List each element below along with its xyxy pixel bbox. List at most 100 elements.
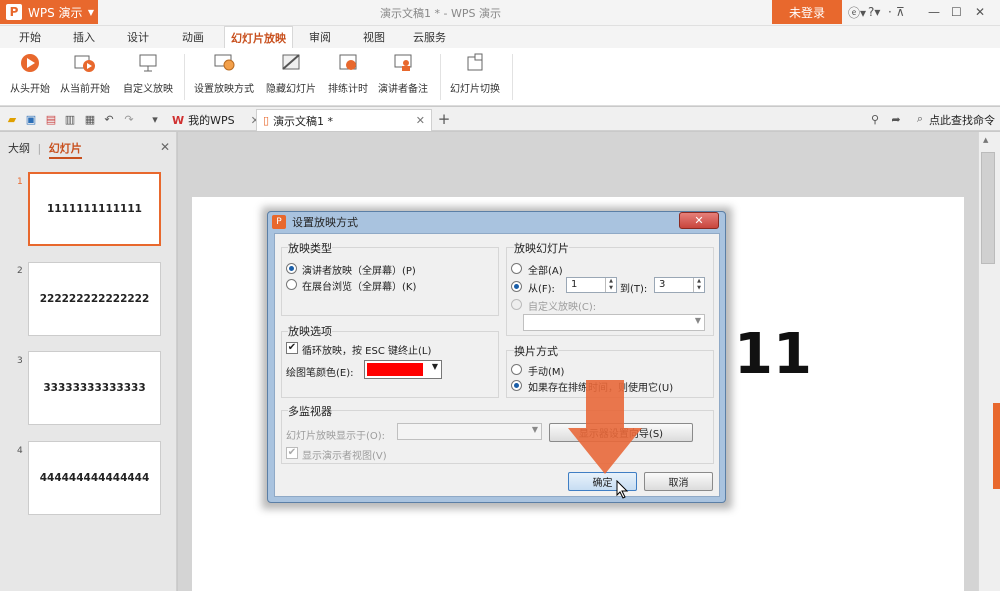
- print-icon[interactable]: ▥: [63, 112, 77, 126]
- advance-slides-title: 换片方式: [514, 343, 558, 359]
- down-arrow-annotation-icon: [568, 380, 642, 474]
- chevron-down-icon: ▼: [431, 362, 438, 371]
- spin-arrows-icon[interactable]: ▲ ▼: [693, 278, 704, 292]
- from-current-button[interactable]: 从当前开始: [60, 52, 110, 95]
- presenter-view-label: 显示演示者视图(V): [302, 451, 387, 462]
- options-icon[interactable]: ·: [888, 4, 892, 20]
- slide-transition-button[interactable]: 幻灯片切换: [450, 52, 500, 95]
- pen-color-select[interactable]: ▼: [364, 360, 442, 379]
- customize-dropdown-icon[interactable]: ▾: [148, 112, 162, 126]
- login-button[interactable]: 未登录: [772, 0, 842, 24]
- command-search[interactable]: 点此查找命令: [929, 112, 995, 128]
- spin-arrows-icon[interactable]: ▲ ▼: [605, 278, 616, 292]
- custom-show-select[interactable]: ▼: [523, 314, 705, 331]
- pen-color-label: 绘图笔颜色(E):: [286, 368, 354, 379]
- timer-icon: [337, 52, 359, 74]
- slide-number: 1: [17, 177, 23, 187]
- tab-my-wps-label: 我的WPS: [188, 114, 235, 127]
- from-start-button[interactable]: 从头开始: [10, 52, 50, 95]
- tab-cloud[interactable]: 云服务: [413, 29, 446, 45]
- show-slides-title: 放映幻灯片: [514, 240, 569, 256]
- from-slides-radio[interactable]: [511, 281, 522, 292]
- play-icon: [19, 52, 41, 74]
- monitor-select[interactable]: ▼: [397, 423, 542, 440]
- tab-design[interactable]: 设计: [127, 29, 149, 45]
- presenter-notes-button[interactable]: 演讲者备注: [378, 52, 428, 95]
- kiosk-show-radio[interactable]: [286, 279, 297, 290]
- close-tab-icon[interactable]: ✕: [416, 114, 425, 127]
- tab-view[interactable]: 视图: [363, 29, 385, 45]
- close-pane-icon[interactable]: ✕: [160, 140, 170, 154]
- hide-slide-button[interactable]: 隐藏幻灯片: [266, 52, 316, 95]
- setup-show-button[interactable]: 设置放映方式: [194, 52, 254, 95]
- pin-icon[interactable]: ⊼: [896, 4, 905, 20]
- scrollbar-thumb[interactable]: [981, 152, 995, 264]
- ppt-doc-icon: ▯: [263, 114, 270, 127]
- manual-advance-radio[interactable]: [511, 364, 522, 375]
- slide-thumbnail[interactable]: 222222222222222: [28, 262, 161, 336]
- tab-animation[interactable]: 动画: [182, 29, 204, 45]
- use-timings-radio[interactable]: [511, 380, 522, 391]
- slide-transition-label: 幻灯片切换: [450, 84, 500, 95]
- dialog-close-button[interactable]: ✕: [679, 212, 719, 229]
- quick-access-bar: ▰ ▣ ▤ ▥ ▦ ↶ ↷ ▾ W 我的WPS ✕ ▯ 演示文稿1 * ✕ + …: [0, 107, 1000, 131]
- undo-icon[interactable]: ↶: [102, 112, 116, 126]
- custom-show-button[interactable]: 自定义放映: [123, 52, 173, 95]
- rehearse-button[interactable]: 排练计时: [328, 52, 368, 95]
- presenter-show-radio[interactable]: [286, 263, 297, 274]
- tab-my-wps[interactable]: W 我的WPS ✕: [166, 109, 266, 131]
- play-current-icon: [74, 52, 96, 74]
- slide-thumbnail[interactable]: 444444444444444: [28, 441, 161, 515]
- from-slide-input[interactable]: 1 ▲ ▼: [566, 277, 617, 293]
- tab-insert[interactable]: 插入: [73, 29, 95, 45]
- to-slide-input[interactable]: 3 ▲ ▼: [654, 277, 705, 293]
- side-panel-toggle[interactable]: [993, 403, 1000, 489]
- presenter-notes-label: 演讲者备注: [378, 84, 428, 95]
- presenter-view-checkbox[interactable]: ✔: [286, 447, 298, 459]
- ok-label: 确定: [592, 478, 613, 489]
- presenter-icon: [392, 52, 414, 74]
- user-icon[interactable]: ⚲: [868, 112, 882, 126]
- wps-logo-icon: P: [6, 4, 22, 20]
- slide-thumbnail[interactable]: 1111111111111: [28, 172, 161, 246]
- tab-document[interactable]: ▯ 演示文稿1 * ✕: [256, 109, 432, 131]
- mouse-cursor-icon: [616, 480, 629, 499]
- tab-slides[interactable]: 幻灯片: [48, 142, 82, 159]
- custom-show-radio[interactable]: [511, 299, 522, 310]
- slide-title-text[interactable]: 11: [734, 322, 812, 387]
- new-tab-icon[interactable]: +: [437, 110, 451, 128]
- save-icon[interactable]: ▣: [24, 112, 38, 126]
- tab-review[interactable]: 审阅: [309, 29, 331, 45]
- tab-slideshow[interactable]: 幻灯片放映: [224, 26, 293, 48]
- tab-home[interactable]: 开始: [19, 29, 41, 45]
- show-on-label: 幻灯片放映显示于(O):: [286, 431, 386, 442]
- tab-document-label: 演示文稿1 *: [273, 114, 334, 128]
- ribbon-separator: [512, 54, 513, 100]
- tab-outline[interactable]: 大纲: [8, 142, 30, 155]
- dialog-title-bar[interactable]: P 设置放映方式: [272, 214, 358, 230]
- close-icon[interactable]: ✕: [975, 4, 985, 20]
- from-slide-value: 1: [571, 279, 578, 290]
- hide-slide-icon: [280, 52, 302, 74]
- app-menu-button[interactable]: P WPS 演示 ▼: [0, 0, 98, 24]
- print-preview-icon[interactable]: ▦: [83, 112, 97, 126]
- minimize-icon[interactable]: —: [928, 4, 940, 20]
- redo-icon[interactable]: ↷: [122, 112, 136, 126]
- skin-icon[interactable]: ⓔ▾: [848, 4, 866, 20]
- rehearse-label: 排练计时: [328, 84, 368, 95]
- open-folder-icon[interactable]: ▰: [5, 112, 19, 126]
- maximize-icon[interactable]: ☐: [951, 4, 962, 20]
- transition-icon: [464, 52, 486, 74]
- screen-icon: [137, 52, 159, 74]
- cancel-button[interactable]: 取消: [644, 472, 713, 491]
- scroll-up-icon[interactable]: ▲: [983, 136, 988, 144]
- show-type-title: 放映类型: [288, 240, 332, 256]
- help-icon[interactable]: ?▾: [868, 4, 880, 20]
- show-options-title: 放映选项: [288, 323, 332, 339]
- all-slides-radio[interactable]: [511, 263, 522, 274]
- wps-w-icon: W: [172, 113, 185, 127]
- slide-thumbnail[interactable]: 33333333333333: [28, 351, 161, 425]
- export-pdf-icon[interactable]: ▤: [44, 112, 58, 126]
- loop-checkbox[interactable]: ✔: [286, 342, 298, 354]
- share-icon[interactable]: ➦: [889, 112, 903, 126]
